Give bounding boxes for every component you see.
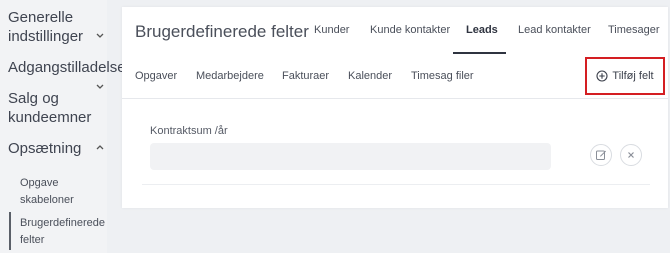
tab-lead-kontakter[interactable]: Lead kontakter (518, 24, 591, 36)
sidebar-item-label: Salg og (8, 90, 59, 107)
tab-kunde-kontakter[interactable]: Kunde kontakter (370, 24, 450, 36)
tab-timesager[interactable]: Timesager (608, 24, 660, 36)
sidebar-item-label: skabeloner (20, 194, 74, 206)
main-card: Brugerdefinerede felter Kunder Kunde kon… (122, 7, 668, 208)
sidebar-item-custom-fields[interactable]: Brugerdefinerede felter (0, 215, 107, 249)
tab-opgaver[interactable]: Opgaver (135, 70, 177, 82)
sidebar-item-label: Opgave (20, 177, 59, 189)
sidebar-item-label: indstillinger (8, 28, 84, 45)
tab-medarbejdere[interactable]: Medarbejdere (196, 70, 264, 82)
plus-circle-icon (596, 70, 608, 82)
delete-field-button[interactable] (620, 144, 642, 166)
add-field-label: Tilføj felt (612, 70, 654, 82)
sidebar-item-label: kundeemner (8, 109, 92, 126)
header-divider (122, 98, 668, 99)
edit-icon (596, 150, 606, 160)
card-header: Brugerdefinerede felter Kunder Kunde kon… (122, 7, 668, 99)
tab-timesag-filer[interactable]: Timesag filer (411, 70, 474, 82)
sidebar: Generelle indstillinger Adgangstilladels… (0, 0, 131, 253)
page-title: Brugerdefinerede felter (135, 22, 309, 41)
field-label: Kontraktsum /år (150, 125, 228, 137)
chevron-up-icon (96, 145, 104, 150)
tab-kunder[interactable]: Kunder (314, 24, 349, 36)
sidebar-item-setup[interactable]: Opsætning (0, 139, 107, 158)
tab-fakturaer[interactable]: Fakturaer (282, 70, 329, 82)
kontraktsum-field[interactable] (150, 143, 551, 170)
sidebar-item-task-templates[interactable]: Opgave skabeloner (0, 175, 107, 209)
sidebar-item-sales-leads[interactable]: Salg og kundeemner (0, 84, 107, 127)
sidebar-item-access-permissions[interactable]: Adgangstilladelser (0, 58, 131, 77)
sidebar-item-label: Opsætning (8, 140, 82, 157)
chevron-down-icon (96, 84, 104, 89)
sidebar-item-label: felter (20, 234, 45, 246)
chevron-down-icon (96, 33, 104, 38)
tab-leads[interactable]: Leads (466, 24, 498, 36)
field-divider (142, 184, 650, 185)
tab-kalender[interactable]: Kalender (348, 70, 392, 82)
sidebar-item-label: Generelle (8, 9, 74, 26)
close-icon (628, 152, 634, 158)
add-field-button[interactable]: Tilføj felt (585, 57, 665, 95)
edit-field-button[interactable] (590, 144, 612, 166)
sidebar-item-label: Adgangstilladelser (8, 59, 131, 76)
sidebar-item-label: Brugerdefinerede (20, 217, 106, 229)
active-tab-underline (453, 52, 506, 54)
sidebar-item-general-settings[interactable]: Generelle indstillinger (0, 8, 107, 46)
